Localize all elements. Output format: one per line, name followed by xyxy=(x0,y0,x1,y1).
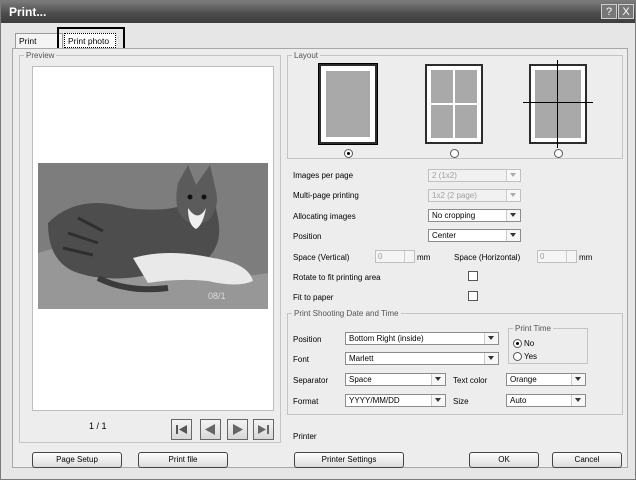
print-time-yes-radio[interactable] xyxy=(513,352,522,361)
layout-radio-single[interactable] xyxy=(344,149,353,158)
size-label: Size xyxy=(453,397,469,406)
chevron-down-icon xyxy=(506,190,520,201)
next-page-button[interactable] xyxy=(227,419,248,440)
allocating-label: Allocating images xyxy=(293,212,356,221)
cat-photo-image xyxy=(38,163,268,309)
chevron-down-icon xyxy=(431,395,445,406)
shooting-date-legend: Print Shooting Date and Time xyxy=(294,309,399,318)
size-value: Auto xyxy=(510,396,527,405)
preview-photo: 08/1 xyxy=(38,163,268,309)
format-select[interactable]: YYYY/MM/DD xyxy=(345,394,446,407)
separator-value: Space xyxy=(349,375,372,384)
preview-legend: Preview xyxy=(26,51,55,60)
fit-to-paper-checkbox[interactable] xyxy=(468,291,478,301)
layout-radio-quadrants[interactable] xyxy=(554,149,563,158)
text-color-value: Orange xyxy=(510,375,537,384)
ok-button[interactable]: OK xyxy=(469,452,539,468)
help-button[interactable]: ? xyxy=(601,4,617,19)
printer-label: Printer xyxy=(293,432,317,441)
print-time-legend: Print Time xyxy=(515,324,552,333)
chevron-down-icon xyxy=(571,374,585,385)
font-label: Font xyxy=(293,355,310,364)
separator-label: Separator xyxy=(293,376,329,385)
layout-radio-grid[interactable] xyxy=(450,149,459,158)
images-per-page-select: 2 (1x2) xyxy=(428,169,521,182)
prev-page-button[interactable] xyxy=(200,419,221,440)
chevron-down-icon xyxy=(571,395,585,406)
images-per-page-value: 2 (1x2) xyxy=(432,171,457,180)
space-vertical-value: 0 xyxy=(378,252,383,261)
font-value: Marlett xyxy=(349,354,374,363)
tab-print-index[interactable]: Print Index xyxy=(15,33,63,61)
page-setup-button[interactable]: Page Setup xyxy=(32,452,122,468)
first-page-icon xyxy=(176,425,187,434)
space-horizontal-value: 0 xyxy=(540,252,545,261)
space-vertical-unit: mm xyxy=(417,253,431,262)
chevron-down-icon xyxy=(506,230,520,241)
layout-option-grid[interactable] xyxy=(425,64,483,144)
chevron-down-icon xyxy=(431,374,445,385)
space-horizontal-input: 0 xyxy=(537,250,577,263)
chevron-down-icon xyxy=(484,333,498,344)
font-select[interactable]: Marlett xyxy=(345,352,499,365)
chevron-down-icon xyxy=(506,170,520,181)
prev-arrow-icon xyxy=(205,424,215,435)
rotate-label: Rotate to fit printing area xyxy=(293,273,381,282)
page-indicator: 1 / 1 xyxy=(89,421,107,431)
position-label: Position xyxy=(293,232,322,241)
multipage-value: 1x2 (2 page) xyxy=(432,191,477,200)
print-dialog: Print... ? X Print Index Print photo Pre… xyxy=(0,0,636,480)
first-page-button[interactable] xyxy=(171,419,192,440)
allocating-select[interactable]: No cropping xyxy=(428,209,521,222)
print-time-no-radio[interactable] xyxy=(513,339,522,348)
layout-legend: Layout xyxy=(294,51,319,60)
separator-select[interactable]: Space xyxy=(345,373,446,386)
print-time-no-label: No xyxy=(524,339,535,348)
multipage-label: Multi-page printing xyxy=(293,191,359,200)
space-vertical-input: 0 xyxy=(375,250,415,263)
close-button[interactable]: X xyxy=(618,4,634,19)
space-horizontal-label: Space (Horizontal) xyxy=(454,253,521,262)
spin-arrows-icon xyxy=(404,251,414,262)
rotate-checkbox[interactable] xyxy=(468,271,478,281)
position-value: Center xyxy=(432,231,457,240)
spin-arrows-icon xyxy=(566,251,576,262)
stamp-position-label: Position xyxy=(293,335,322,344)
size-select[interactable]: Auto xyxy=(506,394,586,407)
text-color-label: Text color xyxy=(453,376,488,385)
multipage-select: 1x2 (2 page) xyxy=(428,189,521,202)
images-per-page-label: Images per page xyxy=(293,171,354,180)
layout-option-single[interactable] xyxy=(318,63,378,145)
position-select[interactable]: Center xyxy=(428,229,521,242)
last-page-button[interactable] xyxy=(253,419,274,440)
stamp-position-select[interactable]: Bottom Right (inside) xyxy=(345,332,499,345)
stamp-position-value: Bottom Right (inside) xyxy=(349,334,424,343)
allocating-value: No cropping xyxy=(432,211,476,220)
next-arrow-icon xyxy=(233,424,243,435)
print-file-button[interactable]: Print file xyxy=(138,452,228,468)
text-color-select[interactable]: Orange xyxy=(506,373,586,386)
title-bar[interactable]: Print... ? X xyxy=(1,1,635,23)
print-time-yes-label: Yes xyxy=(524,352,538,361)
printer-settings-button[interactable]: Printer Settings xyxy=(294,452,404,468)
cancel-button[interactable]: Cancel xyxy=(552,452,622,468)
layout-option-quadrants[interactable] xyxy=(523,60,593,148)
chevron-down-icon xyxy=(484,353,498,364)
format-value: YYYY/MM/DD xyxy=(349,396,400,405)
preview-page: 08/1 xyxy=(32,66,274,411)
last-page-icon xyxy=(258,425,269,434)
photo-date-stamp: 08/1 xyxy=(208,291,226,301)
format-label: Format xyxy=(293,397,319,406)
space-horizontal-unit: mm xyxy=(579,253,593,262)
window-title: Print... xyxy=(9,5,47,19)
space-vertical-label: Space (Vertical) xyxy=(293,253,350,262)
chevron-down-icon xyxy=(506,210,520,221)
fit-to-paper-label: Fit to paper xyxy=(293,293,334,302)
